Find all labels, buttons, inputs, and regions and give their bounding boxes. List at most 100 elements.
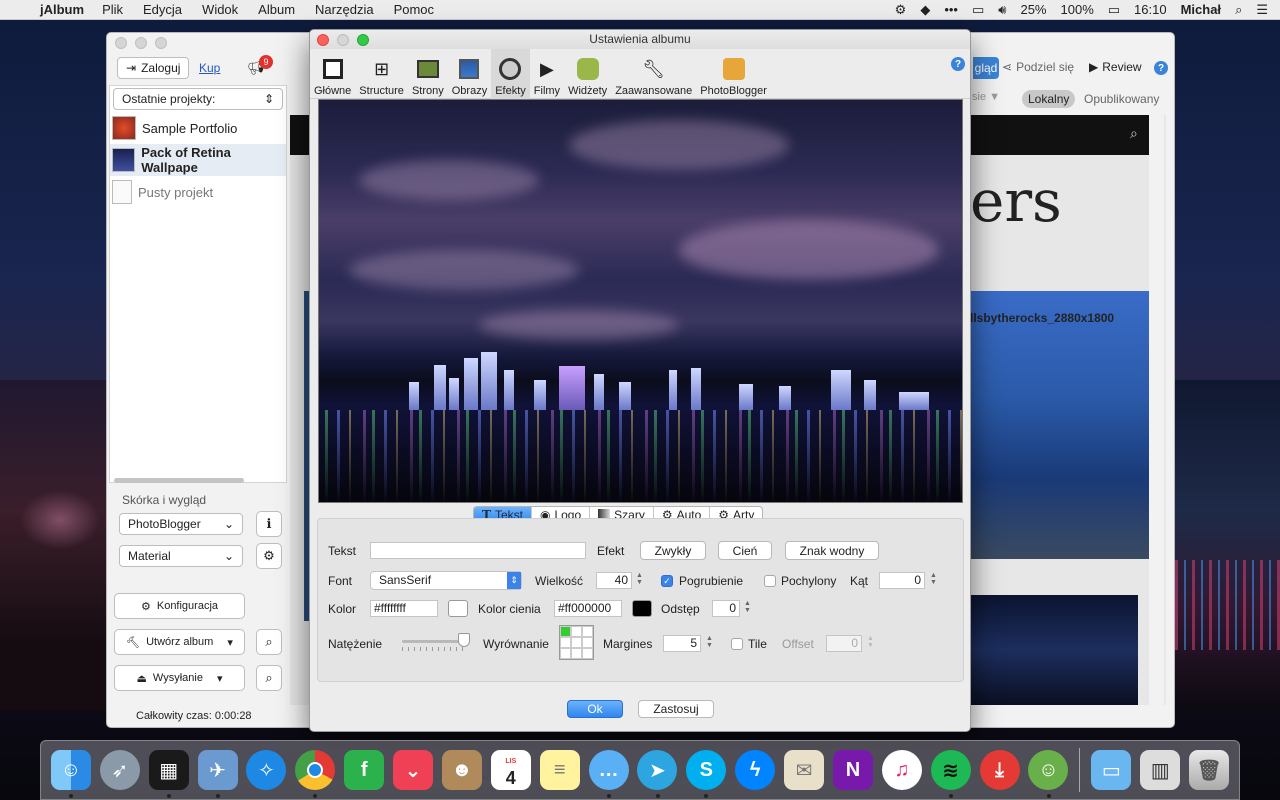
battery-icon[interactable]: ▭ [1108, 2, 1120, 18]
buy-link[interactable]: Kup [199, 61, 220, 75]
dock-feedly[interactable]: f [340, 746, 388, 794]
close-button[interactable] [115, 37, 127, 49]
dock-contacts[interactable]: ☻ [438, 746, 486, 794]
text-input[interactable] [370, 542, 586, 559]
app-menu[interactable]: jAlbum [40, 2, 84, 17]
tool-photoblogger[interactable]: PhotoBlogger [696, 49, 771, 99]
project-item[interactable]: Pusty projekt [110, 176, 286, 208]
recent-projects-select[interactable]: Ostatnie projekty: ⇕ [113, 88, 283, 110]
shadow-color-input[interactable]: #ff000000 [554, 600, 622, 617]
clock[interactable]: 16:10 [1134, 2, 1167, 17]
dock-safari[interactable]: ✧ [243, 746, 291, 794]
dock-messenger[interactable]: ϟ [731, 746, 779, 794]
offset-stepper[interactable]: ▲ ▼ [866, 635, 875, 652]
configuration-button[interactable]: ⚙ Konfiguracja [114, 593, 245, 619]
dock-onenote[interactable]: N [829, 746, 877, 794]
gear-status-icon[interactable]: ⚙ [895, 2, 907, 18]
tool-structure[interactable]: ⊞ Structure [355, 49, 408, 99]
project-item[interactable]: Sample Portfolio [110, 112, 286, 144]
upload-button[interactable]: ⏏ Wysyłanie ▾ [114, 665, 245, 691]
color-swatch[interactable] [448, 600, 468, 617]
margins-input[interactable]: 5 [663, 635, 701, 652]
angle-input[interactable]: 0 [879, 572, 925, 589]
close-button[interactable] [317, 34, 329, 46]
ok-button[interactable]: Ok [567, 700, 623, 718]
tile-checkbox[interactable] [731, 638, 743, 650]
skin-select[interactable]: PhotoBlogger ⌄ [119, 513, 243, 535]
intensity-slider-knob[interactable] [458, 633, 470, 647]
review-button[interactable]: ▶ Review [1089, 60, 1142, 74]
tool-widgets[interactable]: Widżety [564, 49, 611, 99]
project-item-selected[interactable]: Pack of Retina Wallpape [110, 144, 286, 176]
horizontal-scrollbar[interactable] [114, 478, 244, 483]
dock-telegram[interactable]: ➤ [634, 746, 682, 798]
italic-checkbox[interactable] [764, 575, 776, 587]
style-select[interactable]: Material ⌄ [119, 545, 243, 567]
dock-applications-folder[interactable]: ▭ [1087, 746, 1135, 794]
search-button[interactable]: ⌕ [256, 665, 282, 691]
info-button[interactable]: ℹ [256, 511, 282, 537]
dock-notes[interactable]: ≡ [536, 746, 584, 794]
share-button[interactable]: ⋖ Podziel się [1002, 60, 1074, 74]
dropbox-icon[interactable]: ◆ [920, 2, 930, 18]
size-input[interactable]: 40 [596, 572, 632, 589]
dock-itunes[interactable]: ♫ [878, 746, 926, 794]
dock-preview[interactable]: ✈ [194, 746, 242, 798]
alignment-grid[interactable] [559, 625, 594, 660]
zoom-button[interactable] [357, 34, 369, 46]
minimize-button[interactable] [337, 34, 349, 46]
menu-edit[interactable]: Edycja [143, 2, 182, 17]
bold-checkbox[interactable]: ✓ [661, 575, 673, 587]
local-toggle[interactable]: Lokalny [1022, 90, 1076, 108]
make-album-button[interactable]: 🔨︎ Utwórz album ▾ [114, 629, 245, 655]
tool-effects[interactable]: Efekty [491, 49, 530, 99]
style-settings-button[interactable]: ⚙ [256, 543, 282, 569]
spacing-input[interactable]: 0 [712, 600, 740, 617]
dock-trash[interactable]: 🗑︎ [1185, 746, 1233, 794]
shadow-color-swatch[interactable] [632, 600, 652, 617]
dock-chrome[interactable] [291, 746, 339, 798]
preview-scrollbar[interactable] [1149, 115, 1164, 705]
zoom-button[interactable] [155, 37, 167, 49]
menu-view[interactable]: Widok [202, 2, 238, 17]
dock-pocket[interactable]: ⌄ [389, 746, 437, 794]
tool-movies[interactable]: ▶ Filmy [530, 49, 564, 99]
size-stepper[interactable]: ▲ ▼ [635, 572, 644, 589]
list-icon[interactable]: ☰ [1256, 2, 1268, 18]
tool-general[interactable]: Główne [310, 49, 355, 99]
effect-watermark-button[interactable]: Znak wodny [785, 541, 879, 560]
preview-photo[interactable] [966, 291, 1150, 559]
menu-help[interactable]: Pomoc [394, 2, 434, 17]
preview-zoom-button[interactable]: ⌕ [256, 629, 282, 655]
search-icon[interactable]: ⌕ [1235, 2, 1242, 18]
tool-pages[interactable]: Strony [408, 49, 448, 99]
spacing-stepper[interactable]: ▲ ▼ [743, 600, 752, 617]
intensity-slider[interactable] [402, 640, 464, 643]
preview-photo-2[interactable] [966, 595, 1138, 705]
angle-stepper[interactable]: ▲ ▼ [929, 572, 938, 589]
help-icon[interactable]: ? [951, 57, 965, 71]
effect-shadow-button[interactable]: Cień [718, 541, 772, 560]
user-menu[interactable]: Michał [1181, 2, 1221, 17]
dock-finder[interactable]: ☺ [47, 746, 95, 798]
dock-spotify[interactable]: ≋ [927, 746, 975, 798]
main-help-icon[interactable]: ? [1154, 61, 1168, 75]
dock-calendar[interactable]: LIS 4 [487, 746, 535, 794]
dock-downloads-stack[interactable]: ▥ [1136, 746, 1184, 794]
more-status[interactable]: ••• [944, 2, 958, 17]
dock-photo-slideshow[interactable]: ▦ [145, 746, 193, 798]
volume-icon[interactable]: 🔊︎ [998, 2, 1006, 18]
color-input[interactable]: #ffffffff [370, 600, 438, 617]
dock-photos[interactable]: ✉ [780, 746, 828, 794]
minimize-button[interactable] [135, 37, 147, 49]
dock-downloader[interactable]: ⤓ [976, 746, 1024, 794]
preview-search-icon[interactable]: ⌕ [1130, 125, 1138, 142]
published-toggle[interactable]: Opublikowany [1084, 92, 1159, 106]
effect-normal-button[interactable]: Zwykły [640, 541, 706, 560]
dock-messages[interactable]: … [585, 746, 633, 798]
menu-album[interactable]: Album [258, 2, 295, 17]
tool-images[interactable]: Obrazy [448, 49, 491, 99]
dock-skype[interactable]: S [682, 746, 730, 798]
margins-stepper[interactable]: ▲ ▼ [705, 635, 714, 652]
font-select[interactable]: SansSerif ⇕ [370, 571, 522, 590]
